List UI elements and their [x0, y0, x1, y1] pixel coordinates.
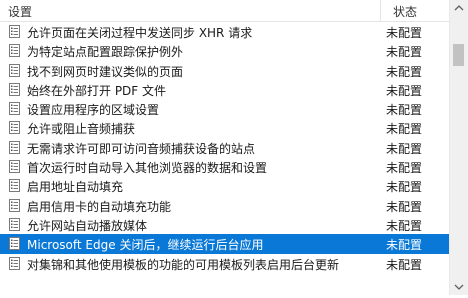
policy-status: 未配置 [386, 218, 423, 233]
policy-status: 未配置 [386, 238, 423, 253]
policy-row[interactable]: Microsoft Edge 关闭后，继续运行后台应用 未配置 [0, 234, 449, 254]
policy-status: 未配置 [386, 122, 423, 137]
policy-row[interactable]: 为特定站点配置跟踪保护例外 未配置 [0, 41, 449, 60]
policy-name: 对集锦和其他使用模板的功能的可用模板列表启用后台更新 [27, 257, 340, 272]
policy-setting-icon [9, 179, 20, 193]
scroll-up-arrow-icon[interactable] [450, 0, 468, 17]
policy-status: 未配置 [386, 161, 423, 176]
policy-row[interactable]: 允许或阻止音频捕获 未配置 [0, 118, 449, 137]
policy-name: 启用信用卡的自动填充功能 [27, 199, 172, 214]
column-header-status[interactable]: 状态 [393, 3, 417, 20]
policy-setting-icon [9, 102, 20, 116]
policy-row[interactable]: 无需请求许可即可访问音频捕获设备的站点 未配置 [0, 138, 449, 157]
policy-row[interactable]: 启用信用卡的自动填充功能 未配置 [0, 196, 449, 215]
policy-row[interactable]: 允许网站自动播放媒体 未配置 [0, 215, 449, 234]
policy-name: 设置应用程序的区域设置 [27, 103, 160, 118]
policy-row[interactable]: 允许页面在关闭过程中发送同步 XHR 请求 未配置 [0, 22, 449, 41]
policy-setting-icon [9, 44, 20, 58]
policy-row[interactable]: 对集锦和其他使用模板的功能的可用模板列表启用后台更新 未配置 [0, 254, 449, 273]
policy-row[interactable]: 首次运行时自动导入其他浏览器的数据和设置 未配置 [0, 157, 449, 176]
policy-name: 启用地址自动填充 [27, 180, 124, 195]
policy-name: 允许或阻止音频捕获 [27, 122, 136, 137]
policy-setting-icon [9, 121, 20, 135]
policy-name: 允许网站自动播放媒体 [27, 218, 148, 233]
policy-setting-icon [9, 237, 20, 251]
policy-status: 未配置 [386, 199, 423, 214]
column-header-setting[interactable]: 设置 [8, 3, 32, 20]
list-header: 设置 状态 [0, 0, 449, 22]
policy-name: 始终在外部打开 PDF 文件 [27, 83, 167, 98]
policy-setting-icon [9, 160, 20, 174]
policy-setting-icon [9, 198, 20, 212]
policy-name: 首次运行时自动导入其他浏览器的数据和设置 [27, 161, 268, 176]
policy-status: 未配置 [386, 141, 423, 156]
policy-setting-icon [9, 25, 20, 38]
policy-status: 未配置 [386, 180, 423, 195]
policy-name: Microsoft Edge 关闭后，继续运行后台应用 [27, 238, 264, 253]
policy-setting-icon [9, 217, 20, 231]
policy-setting-icon [9, 82, 20, 96]
policy-status: 未配置 [386, 103, 423, 118]
policy-setting-icon [9, 63, 20, 77]
policy-name: 为特定站点配置跟踪保护例外 [27, 45, 184, 60]
vertical-scrollbar[interactable] [449, 0, 468, 295]
policy-status: 未配置 [386, 45, 423, 60]
policy-list: 设置 状态 允许页面在关闭过程中发送同步 XHR 请求 未配置 为特定站点配置跟踪保… [0, 0, 449, 295]
policy-rows: 允许页面在关闭过程中发送同步 XHR 请求 未配置 为特定站点配置跟踪保护例外 未配置… [0, 22, 449, 273]
policy-row[interactable]: 启用地址自动填充 未配置 [0, 176, 449, 195]
policy-status: 未配置 [386, 26, 423, 40]
policy-setting-icon [9, 140, 20, 154]
policy-name: 允许页面在关闭过程中发送同步 XHR 请求 [27, 26, 253, 40]
policy-status: 未配置 [386, 64, 423, 79]
policy-row[interactable]: 找不到网页时建议类似的页面 未配置 [0, 61, 449, 80]
policy-row[interactable]: 设置应用程序的区域设置 未配置 [0, 99, 449, 118]
scroll-down-arrow-icon[interactable] [450, 278, 468, 295]
scrollbar-thumb[interactable] [453, 44, 464, 66]
policy-name: 找不到网页时建议类似的页面 [27, 64, 184, 79]
policy-status: 未配置 [386, 257, 423, 272]
policy-row[interactable]: 始终在外部打开 PDF 文件 未配置 [0, 80, 449, 99]
policy-setting-icon [9, 256, 20, 270]
policy-name: 无需请求许可即可访问音频捕获设备的站点 [27, 141, 256, 156]
policy-status: 未配置 [386, 83, 423, 98]
column-divider[interactable] [380, 0, 381, 21]
